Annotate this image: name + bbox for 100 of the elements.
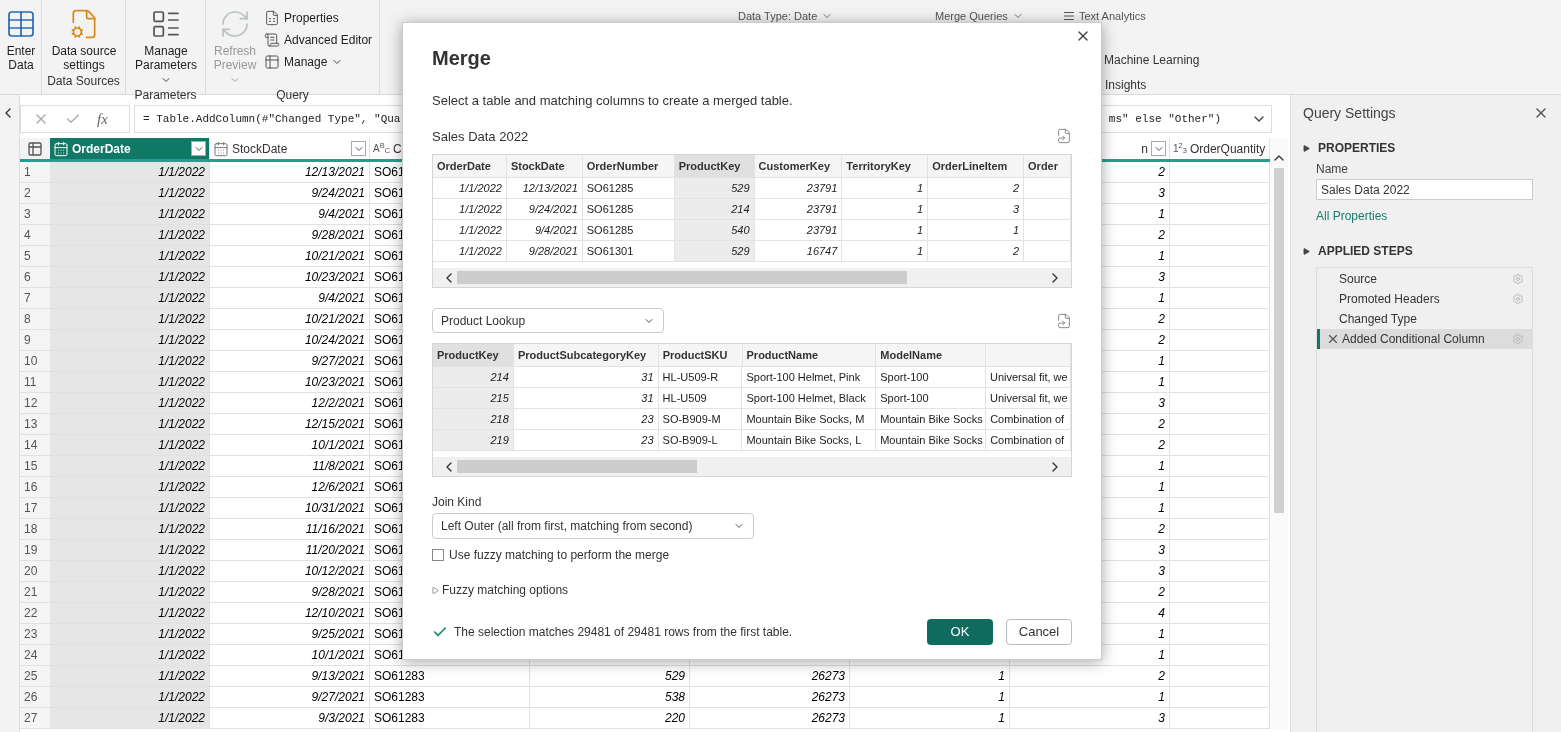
table-dropdown[interactable]: Product Lookup — [432, 308, 664, 333]
all-properties-link[interactable]: All Properties — [1316, 207, 1388, 225]
row-number: 5 — [20, 246, 50, 267]
table-cell: Universal fit, we — [986, 388, 1071, 408]
gear-icon[interactable] — [1512, 273, 1524, 285]
ribbon-button[interactable]: Data Type: Date — [738, 9, 935, 23]
table-cell: 12/15/2021 — [210, 414, 370, 435]
name-field[interactable]: Sales Data 2022 — [1316, 179, 1533, 200]
column-header[interactable]: ProductKey — [674, 155, 755, 177]
table-cell: 1/1/2022 — [50, 582, 210, 603]
applied-step[interactable]: Changed Type — [1317, 309, 1532, 329]
table-cell: SO61283 — [370, 687, 530, 708]
table-cell: 529 — [530, 666, 690, 687]
column-header[interactable]: ProductSKU — [658, 344, 743, 366]
table-cell: 23791 — [754, 178, 843, 198]
scrollbar-thumb[interactable] — [457, 271, 907, 284]
row-number: 13 — [20, 414, 50, 435]
row-number: 17 — [20, 498, 50, 519]
column-header[interactable]: 1$^{2}$$_{3}$ OrderQuantity — [1170, 138, 1270, 159]
ribbon-button[interactable]: Machine Learning — [1104, 51, 1200, 69]
collapse-icon[interactable] — [1303, 144, 1310, 152]
row-number: 21 — [20, 582, 50, 603]
ribbon-button[interactable]: Merge Queries — [935, 9, 1063, 23]
table-cell: 31 — [513, 367, 659, 387]
table-cell: 1/1/2022 — [50, 561, 210, 582]
lines-icon — [1063, 10, 1075, 22]
ribbon-button[interactable]: Data source settings — [42, 0, 126, 72]
table-cell: 1 — [928, 220, 1025, 240]
ribbon-button[interactable]: Manage — [264, 52, 373, 71]
table-cell: SO61285 — [582, 178, 675, 198]
table-cell: 1/1/2022 — [433, 220, 507, 240]
table-cell: 9/4/2021 — [210, 204, 370, 225]
section-heading: APPLIED STEPS — [1318, 243, 1413, 260]
table-cell: 1/1/2022 — [50, 687, 210, 708]
delete-icon[interactable] — [1326, 332, 1340, 346]
table-cell: 1 — [842, 199, 929, 219]
table-cell: 9/28/2021 — [210, 225, 370, 246]
table-cell: 11/20/2021 — [210, 540, 370, 561]
cancel-button[interactable]: Cancel — [1006, 619, 1072, 645]
applied-step[interactable]: Added Conditional Column — [1317, 329, 1532, 349]
table-cell: SO61283 — [370, 708, 530, 729]
ribbon-button[interactable]: Properties — [264, 8, 373, 27]
column-header[interactable]: OrderDate — [433, 155, 507, 177]
horizontal-scrollbar[interactable] — [433, 268, 1071, 287]
column-header[interactable]: ProductName — [742, 344, 877, 366]
ok-button[interactable]: OK — [927, 619, 993, 645]
table-cell: 9/3/2021 — [210, 708, 370, 729]
ribbon-button[interactable]: Advanced Editor — [264, 30, 373, 49]
document-icon[interactable] — [1056, 128, 1072, 145]
column-header[interactable]: ProductKey — [433, 344, 514, 366]
column-header[interactable]: CustomerKey — [754, 155, 843, 177]
scrollbar-thumb[interactable] — [457, 460, 697, 473]
applied-step[interactable]: Source — [1317, 269, 1532, 289]
table-cell: 9/13/2021 — [210, 666, 370, 687]
table-cell: 1/1/2022 — [50, 330, 210, 351]
column-header[interactable]: Order — [1024, 155, 1071, 177]
table-cell: SO-B909-L — [658, 430, 743, 450]
join-kind-dropdown[interactable]: Left Outer (all from first, matching from second) — [432, 513, 754, 539]
collapse-icon[interactable] — [1303, 247, 1310, 255]
column-header[interactable]: TerritoryKey — [842, 155, 929, 177]
column-header[interactable]: OrderLineItem — [928, 155, 1025, 177]
scrollbar-thumb[interactable] — [1274, 168, 1284, 513]
column-header[interactable]: StockDate — [506, 155, 583, 177]
checkbox[interactable] — [432, 549, 444, 561]
table-cell: 220 — [530, 708, 690, 729]
vertical-scrollbar[interactable] — [1270, 138, 1288, 729]
filter-button[interactable] — [351, 141, 366, 156]
column-header[interactable]: OrderDate — [50, 138, 210, 159]
ribbon-button[interactable]: Manage Parameters — [126, 0, 206, 86]
applied-step[interactable]: Promoted Headers — [1317, 289, 1532, 309]
table-cell: 9/4/2021 — [210, 288, 370, 309]
filter-button[interactable] — [1151, 141, 1166, 156]
table-cell: 1 — [850, 666, 1010, 687]
table-cell: 214 — [674, 199, 755, 219]
column-header[interactable]: ProductSubcategoryKey — [513, 344, 659, 366]
row-number: 4 — [20, 225, 50, 246]
function-button[interactable]: fx — [97, 107, 108, 131]
ribbon-button[interactable]: Text Analytics — [1063, 9, 1173, 23]
row-number: 1 — [20, 162, 50, 183]
ribbon-button[interactable]: Enter Data — [0, 0, 42, 72]
gear-icon[interactable] — [1512, 293, 1524, 305]
row-number: 24 — [20, 645, 50, 666]
table-cell: 16747 — [754, 241, 843, 261]
table-menu-icon[interactable] — [27, 140, 43, 157]
list-icon — [150, 8, 182, 40]
column-header[interactable]: ModelName — [876, 344, 987, 366]
column-header[interactable]: OrderNumber — [582, 155, 675, 177]
table-cell: 215 — [433, 388, 514, 408]
table-cell: 1/1/2022 — [50, 435, 210, 456]
table-cell: 31 — [513, 388, 659, 408]
horizontal-scrollbar[interactable] — [433, 457, 1071, 476]
table-cell: 9/25/2021 — [210, 624, 370, 645]
table-cell: 11/8/2021 — [210, 456, 370, 477]
table-cell: 1/1/2022 — [50, 708, 210, 729]
table-cell: 3 — [928, 199, 1025, 219]
section-heading: PROPERTIES — [1318, 140, 1396, 157]
dialog-title: Merge — [432, 46, 492, 71]
document-icon[interactable] — [1056, 312, 1072, 329]
filter-button[interactable] — [191, 141, 206, 156]
table-cell: 9/24/2021 — [506, 199, 583, 219]
